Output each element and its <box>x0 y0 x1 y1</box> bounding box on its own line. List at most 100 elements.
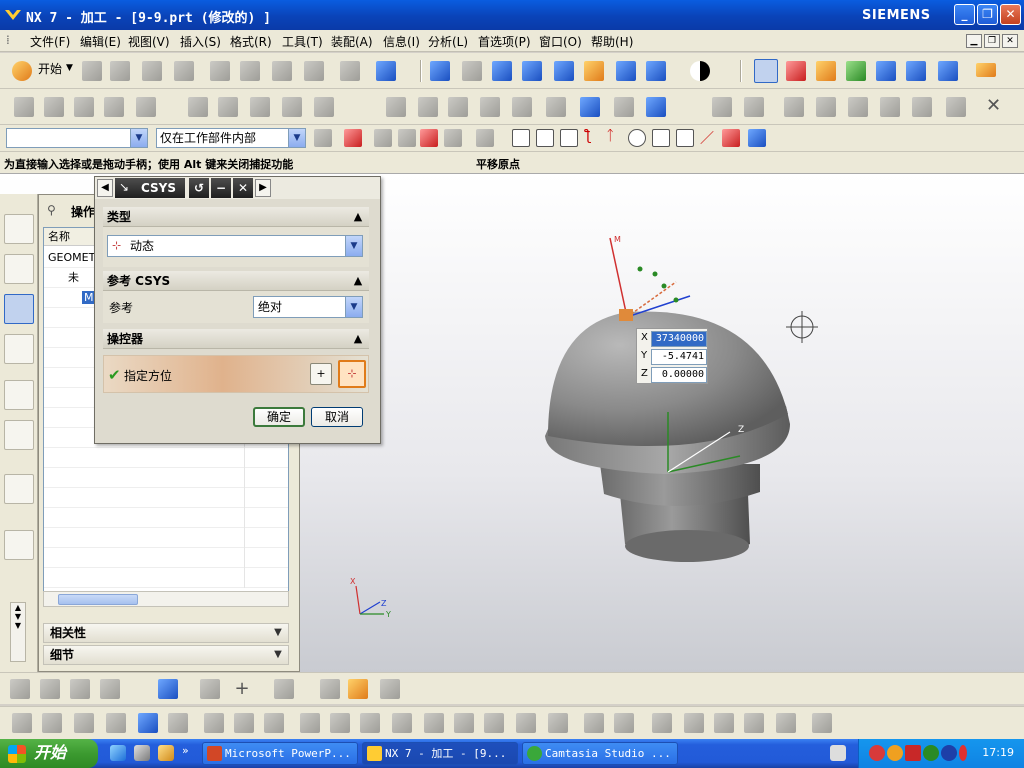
snap-endpoint-icon[interactable] <box>536 129 554 147</box>
assembly-icon[interactable] <box>712 97 732 117</box>
cam-icon[interactable] <box>360 713 380 733</box>
ie-icon[interactable] <box>110 745 126 761</box>
shaded-view-icon[interactable] <box>646 61 666 81</box>
media-icon[interactable] <box>158 745 174 761</box>
paste-icon[interactable] <box>272 61 292 81</box>
reuse-library-tab[interactable] <box>4 380 34 410</box>
cam-icon[interactable] <box>516 713 536 733</box>
selection-scope-select[interactable]: 仅在工作部件内部 ▼ <box>156 128 306 148</box>
snap-control-icon[interactable]: ƪ <box>586 128 591 144</box>
start-icon[interactable] <box>12 61 32 81</box>
cam-icon[interactable] <box>584 713 604 733</box>
filter-icon[interactable] <box>314 129 332 147</box>
constraint-navigator-tab[interactable] <box>4 254 34 284</box>
offset-icon[interactable] <box>448 97 468 117</box>
snap-quadrant-icon[interactable] <box>652 129 670 147</box>
menu-file[interactable]: 文件(F) <box>30 33 70 50</box>
magnify-icon[interactable] <box>522 61 542 81</box>
save-icon[interactable] <box>142 61 162 81</box>
extrude-icon[interactable] <box>14 97 34 117</box>
shop-doc-icon[interactable] <box>938 61 958 81</box>
explode-icon[interactable] <box>816 97 836 117</box>
cam-icon[interactable] <box>812 713 832 733</box>
sketch-icon[interactable] <box>386 97 406 117</box>
cam-icon[interactable] <box>652 713 672 733</box>
tray-ime-icon[interactable] <box>941 745 957 761</box>
taskbar-camtasia[interactable]: Camtasia Studio ... <box>522 742 678 765</box>
select-intent-icon[interactable] <box>344 129 362 147</box>
snap-curve-icon[interactable]: ／ <box>700 128 714 148</box>
clock[interactable]: 17:19 <box>982 746 1014 759</box>
ok-button[interactable]: 确定 <box>253 407 305 427</box>
replace-icon[interactable] <box>880 97 900 117</box>
start-button[interactable]: 开始 <box>0 739 98 768</box>
open-icon[interactable] <box>110 61 130 81</box>
new-icon[interactable] <box>82 61 102 81</box>
menu-tools[interactable]: 工具(T) <box>282 33 323 50</box>
type-group-header[interactable]: 类型 ▲ <box>103 207 369 227</box>
select-face-icon[interactable] <box>420 129 438 147</box>
cam-icon[interactable] <box>484 713 504 733</box>
verify-path-icon[interactable] <box>876 61 896 81</box>
wave-icon[interactable] <box>912 97 932 117</box>
minimize-button[interactable]: _ <box>954 4 975 25</box>
tray-app-icon[interactable] <box>887 745 903 761</box>
cam-icon[interactable] <box>10 679 30 699</box>
background-icon[interactable] <box>690 61 710 81</box>
pin-icon[interactable]: ⚲ <box>47 203 56 217</box>
y-coordinate-input[interactable]: -5.4741 <box>651 349 707 365</box>
menu-analysis[interactable]: 分析(L) <box>428 33 468 50</box>
project-icon[interactable] <box>480 97 500 117</box>
cam-icon[interactable] <box>714 713 734 733</box>
doc-minimize-button[interactable]: ▁ <box>966 34 982 48</box>
perspective-icon[interactable] <box>616 61 636 81</box>
mate-icon[interactable] <box>784 97 804 117</box>
select-feature-icon[interactable] <box>398 129 416 147</box>
tray-network-icon[interactable] <box>923 745 939 761</box>
cam-icon[interactable] <box>392 713 412 733</box>
assembly-navigator-tab[interactable] <box>4 214 34 244</box>
zoom-window-icon[interactable] <box>462 61 482 81</box>
wcs-icon[interactable] <box>786 61 806 81</box>
tray-antivirus-icon[interactable] <box>905 745 921 761</box>
snap-center-icon[interactable] <box>628 129 646 147</box>
menu-info[interactable]: 信息(I) <box>383 33 420 50</box>
cam-icon[interactable] <box>138 713 158 733</box>
z-coordinate-input[interactable]: 0.00000 <box>651 367 707 383</box>
dialog-reset-button[interactable]: ↺ <box>189 178 209 198</box>
doc-close-button[interactable]: ✕ <box>1002 34 1018 48</box>
hole-icon[interactable] <box>104 97 124 117</box>
menu-preferences[interactable]: 首选项(P) <box>478 33 531 50</box>
web-browser-tab[interactable] <box>4 530 34 560</box>
dialog-next-button[interactable]: ▶ <box>255 179 271 197</box>
copy-icon[interactable] <box>240 61 260 81</box>
trim-icon[interactable] <box>250 97 270 117</box>
reference-select[interactable]: 绝对 ▼ <box>253 296 363 318</box>
cam-icon[interactable] <box>684 713 704 733</box>
report-icon[interactable] <box>646 97 666 117</box>
maximize-button[interactable]: ❐ <box>977 4 998 25</box>
menu-view[interactable]: 视图(V) <box>128 33 170 50</box>
cam-icon[interactable] <box>106 713 126 733</box>
dialog-prev-button[interactable]: ◀ <box>97 179 113 197</box>
move-component-icon[interactable] <box>848 97 868 117</box>
measure-icon[interactable] <box>580 97 600 117</box>
cam-icon[interactable] <box>74 713 94 733</box>
csys-icon[interactable] <box>754 59 778 83</box>
rotate-icon[interactable] <box>554 61 574 81</box>
tool-library-tab[interactable] <box>4 420 34 450</box>
cam-icon[interactable] <box>348 679 368 699</box>
tray-alert-icon[interactable] <box>959 745 967 761</box>
cam-icon[interactable] <box>70 679 90 699</box>
intersect-icon[interactable] <box>512 97 532 117</box>
snap-midpoint-icon[interactable] <box>560 129 578 147</box>
start-menu-label[interactable]: 开始 <box>38 60 62 77</box>
cut-icon[interactable] <box>210 61 230 81</box>
part-nav-icon[interactable] <box>946 97 966 117</box>
cancel-x-icon[interactable]: ✕ <box>986 95 1001 116</box>
specify-orientation-row[interactable]: ✔ 指定方位 + ⊹ <box>103 355 369 393</box>
boss-icon[interactable] <box>136 97 156 117</box>
scroll-thumb[interactable] <box>58 594 138 605</box>
menu-insert[interactable]: 插入(S) <box>180 33 221 50</box>
block-icon[interactable] <box>74 97 94 117</box>
